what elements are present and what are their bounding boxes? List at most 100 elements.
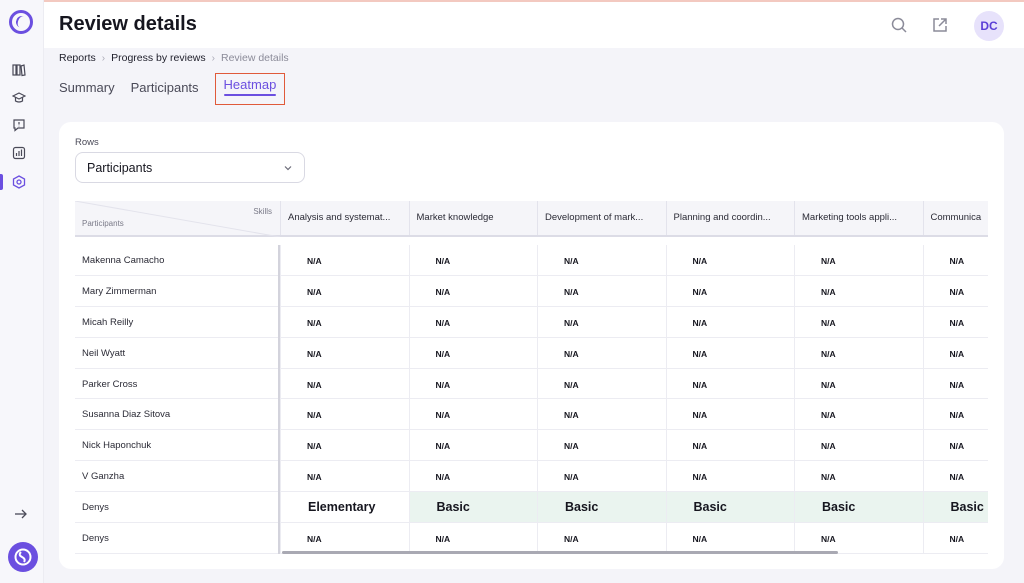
- rows-select-value: Participants: [87, 160, 153, 175]
- heatmap-cell: N/A: [922, 461, 989, 492]
- participant-names-column: Makenna Camacho Mary Zimmerman Micah Reill…: [75, 245, 280, 554]
- external-link-icon[interactable]: [931, 16, 949, 34]
- heatmap-cell: N/A: [794, 368, 923, 399]
- heatmap-cell: N/A: [280, 368, 409, 399]
- tab-heatmap-label: Heatmap: [223, 77, 277, 92]
- heatmap-cell: N/A: [408, 399, 538, 430]
- heatmap-table: Skills Participants Analysis and systema…: [75, 201, 988, 557]
- heatmap-cell: N/A: [537, 399, 666, 430]
- table-row: N/A N/A N/A N/A N/A N/A: [280, 306, 989, 338]
- heatmap-cell: N/A: [408, 306, 538, 337]
- table-row: N/A N/A N/A N/A N/A N/A: [280, 245, 988, 276]
- participant-name: V Ganzha: [75, 461, 278, 493]
- sidebar: [0, 0, 44, 583]
- heatmap-cell: N/A: [280, 306, 409, 337]
- heatmap-cell: N/A: [537, 275, 666, 306]
- heatmap-cell: N/A: [408, 368, 538, 399]
- workspace-logo-icon[interactable]: [8, 542, 38, 572]
- tab-summary[interactable]: Summary: [59, 80, 115, 105]
- heatmap-cell: Basic: [794, 492, 923, 523]
- heatmap-cell: Basic: [922, 492, 988, 523]
- table-row: N/A N/A N/A N/A N/A N/A: [280, 368, 989, 400]
- column-header[interactable]: Communica: [922, 201, 989, 235]
- app-logo-icon[interactable]: [9, 10, 33, 34]
- heatmap-cell: N/A: [665, 368, 795, 399]
- heatmap-cell: N/A: [665, 399, 795, 430]
- heatmap-cell: N/A: [408, 430, 538, 461]
- table-row: Elementary Basic Basic Basic Basic Basic: [280, 492, 988, 524]
- heatmap-cell: Basic: [665, 492, 794, 523]
- heatmap-cell: N/A: [537, 306, 666, 337]
- corner-participants-label: Participants: [82, 219, 124, 228]
- heatmap-cell: N/A: [922, 368, 989, 399]
- table-row: N/A N/A N/A N/A N/A N/A: [280, 523, 988, 554]
- heatmap-cell: N/A: [922, 399, 989, 430]
- active-nav-indicator: [0, 174, 3, 190]
- heatmap-cell: N/A: [922, 275, 989, 306]
- table-corner: Skills Participants: [75, 201, 280, 237]
- analytics-icon[interactable]: [12, 146, 26, 160]
- participant-name: Parker Cross: [75, 369, 278, 400]
- heatmap-cell: N/A: [280, 399, 409, 430]
- participant-name: Mary Zimmerman: [75, 276, 278, 307]
- heatmap-cell: N/A: [280, 461, 409, 492]
- heatmap-grid: N/A N/A N/A N/A N/A N/A N/A N/A N/A N/A N/A N/A N/A N…: [280, 245, 988, 554]
- column-header[interactable]: Marketing tools appli...: [794, 201, 923, 235]
- participant-name: Susanna Diaz Sitova: [75, 399, 278, 431]
- heatmap-cell: N/A: [794, 245, 923, 275]
- arrow-right-icon[interactable]: [12, 505, 30, 523]
- heatmap-cell: N/A: [665, 430, 795, 461]
- heatmap-cell: N/A: [280, 337, 409, 368]
- heatmap-cell: N/A: [794, 461, 923, 492]
- heatmap-cell: N/A: [794, 275, 923, 306]
- heatmap-cell: N/A: [665, 337, 795, 368]
- heatmap-cell: N/A: [922, 430, 989, 461]
- participant-name: Micah Reilly: [75, 307, 278, 338]
- horizontal-scrollbar[interactable]: [282, 551, 838, 554]
- heatmap-cell: N/A: [665, 306, 795, 337]
- tab-heatmap[interactable]: Heatmap: [214, 73, 286, 105]
- participant-name: Denys: [75, 523, 278, 554]
- tab-bar: Summary Participants Heatmap: [59, 73, 286, 105]
- heatmap-cell: N/A: [280, 245, 409, 275]
- table-row: N/A N/A N/A N/A N/A N/A: [280, 275, 989, 307]
- column-header[interactable]: Development of mark...: [537, 201, 666, 235]
- heatmap-cell: N/A: [922, 245, 989, 275]
- heatmap-cell: N/A: [537, 245, 666, 275]
- column-headers: Analysis and systemat... Market knowledge…: [280, 201, 988, 237]
- heatmap-cell: N/A: [408, 245, 538, 275]
- tab-participants[interactable]: Participants: [131, 80, 199, 105]
- graduation-cap-icon[interactable]: [12, 91, 26, 105]
- heatmap-cell: N/A: [280, 523, 409, 553]
- breadcrumb-reports[interactable]: Reports: [59, 52, 96, 64]
- column-header[interactable]: Analysis and systemat...: [280, 201, 409, 235]
- heatmap-cell: N/A: [922, 306, 989, 337]
- heatmap-cell: Basic: [537, 492, 666, 523]
- heatmap-cell: N/A: [408, 461, 538, 492]
- heatmap-cell: N/A: [665, 523, 795, 553]
- heatmap-cell: N/A: [408, 523, 538, 553]
- feedback-icon[interactable]: [12, 118, 26, 132]
- chevron-right-icon: ›: [101, 52, 106, 64]
- table-row: N/A N/A N/A N/A N/A N/A: [280, 399, 989, 431]
- top-header: Review details DC: [44, 0, 1024, 48]
- user-avatar[interactable]: DC: [974, 11, 1004, 41]
- rows-label: Rows: [75, 137, 99, 148]
- table-row: N/A N/A N/A N/A N/A N/A: [280, 461, 989, 493]
- heatmap-panel: Rows Participants Skills Participants An…: [59, 122, 1004, 569]
- participant-name: Makenna Camacho: [75, 245, 278, 276]
- column-header[interactable]: Planning and coordin...: [665, 201, 795, 235]
- heatmap-cell: N/A: [408, 275, 538, 306]
- participant-name: Nick Haponchuk: [75, 430, 278, 462]
- heatmap-cell: N/A: [922, 523, 989, 553]
- column-header[interactable]: Market knowledge: [408, 201, 538, 235]
- library-icon[interactable]: [12, 63, 26, 77]
- rows-select[interactable]: Participants: [75, 152, 305, 183]
- breadcrumb-progress-by-reviews[interactable]: Progress by reviews: [111, 52, 206, 64]
- table-row: N/A N/A N/A N/A N/A N/A: [280, 430, 989, 462]
- heatmap-cell: Elementary: [280, 492, 409, 523]
- heatmap-cell: N/A: [537, 337, 666, 368]
- settings-hex-icon[interactable]: [12, 175, 26, 189]
- heatmap-cell: N/A: [537, 461, 666, 492]
- search-icon[interactable]: [890, 16, 908, 34]
